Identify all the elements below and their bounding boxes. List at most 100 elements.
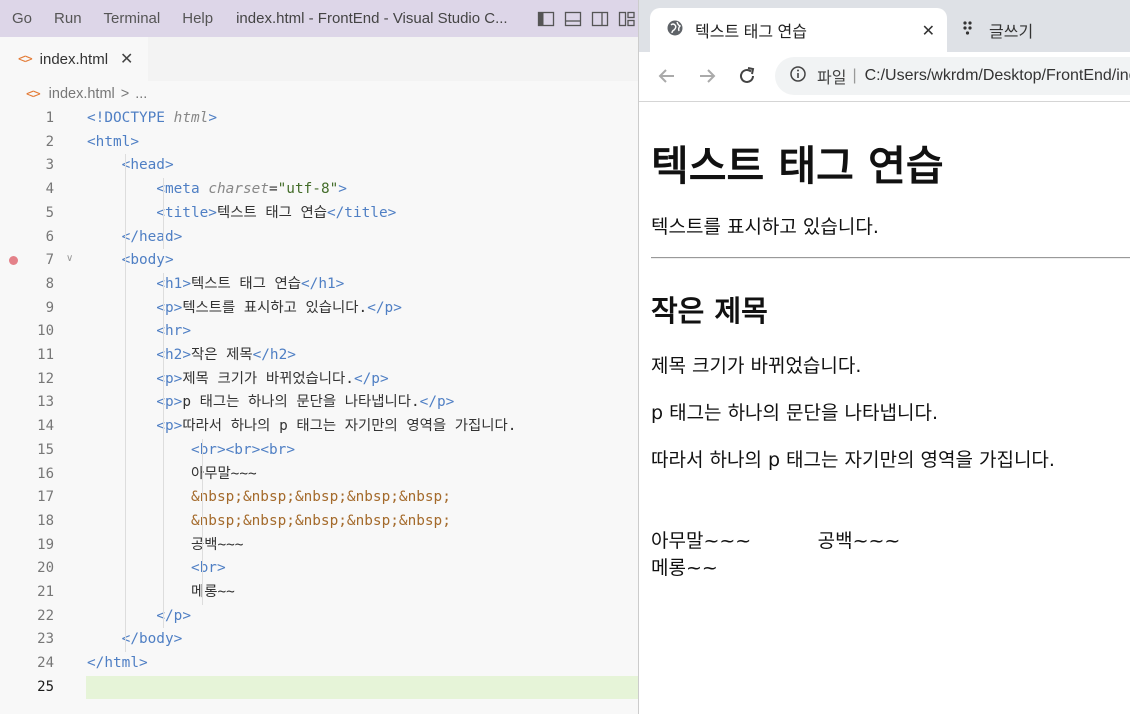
customize-layout-icon[interactable] [618,10,636,28]
back-arrow-icon[interactable] [656,65,678,91]
breadcrumb-separator: > [120,86,130,102]
address-separator: | [852,67,857,84]
code-line[interactable]: <p>따라서 하나의 p 태그는 자기만의 영역을 가집니다. [87,415,516,439]
address-bar[interactable]: 파일 | C:/Users/wkrdm/Desktop/FrontEnd/ind… [775,57,1130,95]
breadcrumb: <> index.html > ... [0,81,640,107]
tab-close-icon[interactable]: ✕ [120,49,133,69]
forward-arrow-icon[interactable] [696,65,718,91]
code-line[interactable]: <br><br><br> [87,439,295,463]
browser-tab-title: 텍스트 태그 연습 [695,24,807,41]
indent-guide [163,272,164,629]
code-line[interactable]: </body> [87,628,183,652]
editor-tab-bar: <> index.html ✕ [0,37,640,81]
menu-help[interactable]: Help [171,10,224,27]
html-file-icon: <> [18,51,33,67]
page-horizontal-rule [651,257,1130,259]
page-paragraph-1: 텍스트를 표시하고 있습니다. [651,216,879,238]
menu-go[interactable]: Go [0,10,43,27]
code-line[interactable]: </html> [87,652,148,676]
browser-window: 텍스트 태그 연습 ✕ 글쓰기 파일 | C:/Users/wkrdm/Desk… [638,0,1130,714]
line-number[interactable]: 5 [0,202,54,226]
code-line[interactable]: <p>제목 크기가 바뀌었습니다.</p> [87,368,388,392]
line-number[interactable]: 16 [0,463,54,487]
line-number[interactable]: 18 [0,510,54,534]
code-line[interactable]: <h2>작은 제목</h2> [87,344,296,368]
browser-tab-active[interactable]: 텍스트 태그 연습 ✕ [650,8,947,52]
line-number[interactable]: 17 [0,486,54,510]
html-file-icon: <> [26,86,41,102]
info-icon[interactable] [789,65,807,88]
code-line[interactable]: <p>텍스트를 표시하고 있습니다.</p> [87,297,402,321]
toggle-primary-sidebar-icon[interactable] [537,10,555,28]
fold-chevron-icon[interactable]: ∨ [66,253,73,264]
code-line[interactable]: </p> [87,605,191,629]
line-number[interactable]: 14 [0,415,54,439]
page-paragraph-3: p 태그는 하나의 문단을 나타냅니다. [651,402,938,424]
code-line[interactable]: </head> [87,226,183,250]
line-number[interactable]: 9 [0,297,54,321]
code-line[interactable]: <html> [87,131,139,155]
layout-controls [537,0,640,37]
code-line[interactable]: <hr> [87,320,191,344]
line-number[interactable]: 4 [0,178,54,202]
line-number[interactable]: 10 [0,320,54,344]
address-url[interactable]: C:/Users/wkrdm/Desktop/FrontEnd/index.ht… [865,67,1130,85]
globe-icon [666,19,684,42]
breadcrumb-more[interactable]: ... [135,86,147,102]
line-number[interactable]: 1 [0,107,54,131]
reload-icon[interactable] [736,65,758,91]
browser-tab-inactive[interactable]: 글쓰기 [961,8,1033,52]
page-paragraph-2: 제목 크기가 바뀌었습니다. [651,355,862,377]
line-number[interactable]: 11 [0,344,54,368]
menu-terminal[interactable]: Terminal [93,10,172,27]
line-number[interactable]: 6 [0,226,54,250]
toggle-secondary-sidebar-icon[interactable] [591,10,609,28]
line-number[interactable]: 22 [0,605,54,629]
toggle-panel-icon[interactable] [564,10,582,28]
line-number[interactable]: 8 [0,273,54,297]
dots-icon [961,20,977,41]
code-line[interactable]: <p>p 태그는 하나의 문단을 나타냅니다.</p> [87,391,454,415]
code-line[interactable]: <head> [87,154,174,178]
line-number[interactable]: 25 [0,676,54,700]
page-heading-2: 작은 제목 [651,294,768,328]
code-line[interactable]: 아무말~~~ [87,463,257,487]
browser-tab-strip: 텍스트 태그 연습 ✕ 글쓰기 [639,0,1130,52]
code-line[interactable]: <body> [87,249,174,273]
code-line[interactable]: <!DOCTYPE html> [87,107,217,131]
breadcrumb-file[interactable]: index.html [49,86,115,102]
line-number[interactable]: 24 [0,652,54,676]
code-line[interactable]: &nbsp;&nbsp;&nbsp;&nbsp;&nbsp; [87,486,451,510]
tab-label: index.html [39,50,109,68]
code-line[interactable]: 공백~~~ [87,534,243,558]
line-number[interactable]: 19 [0,534,54,558]
menu-run[interactable]: Run [43,10,93,27]
indent-guide [163,178,164,250]
line-number[interactable]: 13 [0,391,54,415]
indent-guide [202,438,203,605]
browser-tab-close-icon[interactable]: ✕ [922,21,935,41]
line-number[interactable]: 12 [0,368,54,392]
line-number[interactable]: 3 [0,154,54,178]
code-line[interactable]: &nbsp;&nbsp;&nbsp;&nbsp;&nbsp; [87,510,451,534]
page-viewport: 텍스트 태그 연습 텍스트를 표시하고 있습니다. 작은 제목 제목 크기가 바… [639,102,1130,714]
line-number[interactable]: 20 [0,557,54,581]
page-text-line-1: 아무말~~~ 공백~~~ [651,530,901,552]
line-number[interactable]: 21 [0,581,54,605]
page-paragraph-4: 따라서 하나의 p 태그는 자기만의 영역을 가집니다. [651,449,1055,471]
code-editor[interactable]: 1 <!DOCTYPE html> 2 <html> 3 <head> 4 <meta c… [0,107,640,714]
line-number[interactable]: 2 [0,131,54,155]
code-line[interactable]: 메롱~~ [87,581,235,605]
code-line[interactable]: <br> [87,557,226,581]
vscode-window: Go Run Terminal Help index.html - FrontE… [0,0,640,714]
browser-toolbar: 파일 | C:/Users/wkrdm/Desktop/FrontEnd/ind… [639,52,1130,102]
line-number[interactable]: 15 [0,439,54,463]
editor-tab-index-html[interactable]: <> index.html ✕ [0,37,148,81]
browser-tab2-label: 글쓰기 [989,24,1034,41]
current-line-highlight [86,675,640,700]
window-title: index.html - FrontEnd - Visual Studio C.… [236,10,508,27]
line-number[interactable]: 23 [0,628,54,652]
page-heading-1: 텍스트 태그 연습 [651,142,944,190]
code-line[interactable]: <title>텍스트 태그 연습</title> [87,202,396,226]
address-scheme-label: 파일 [817,70,847,87]
